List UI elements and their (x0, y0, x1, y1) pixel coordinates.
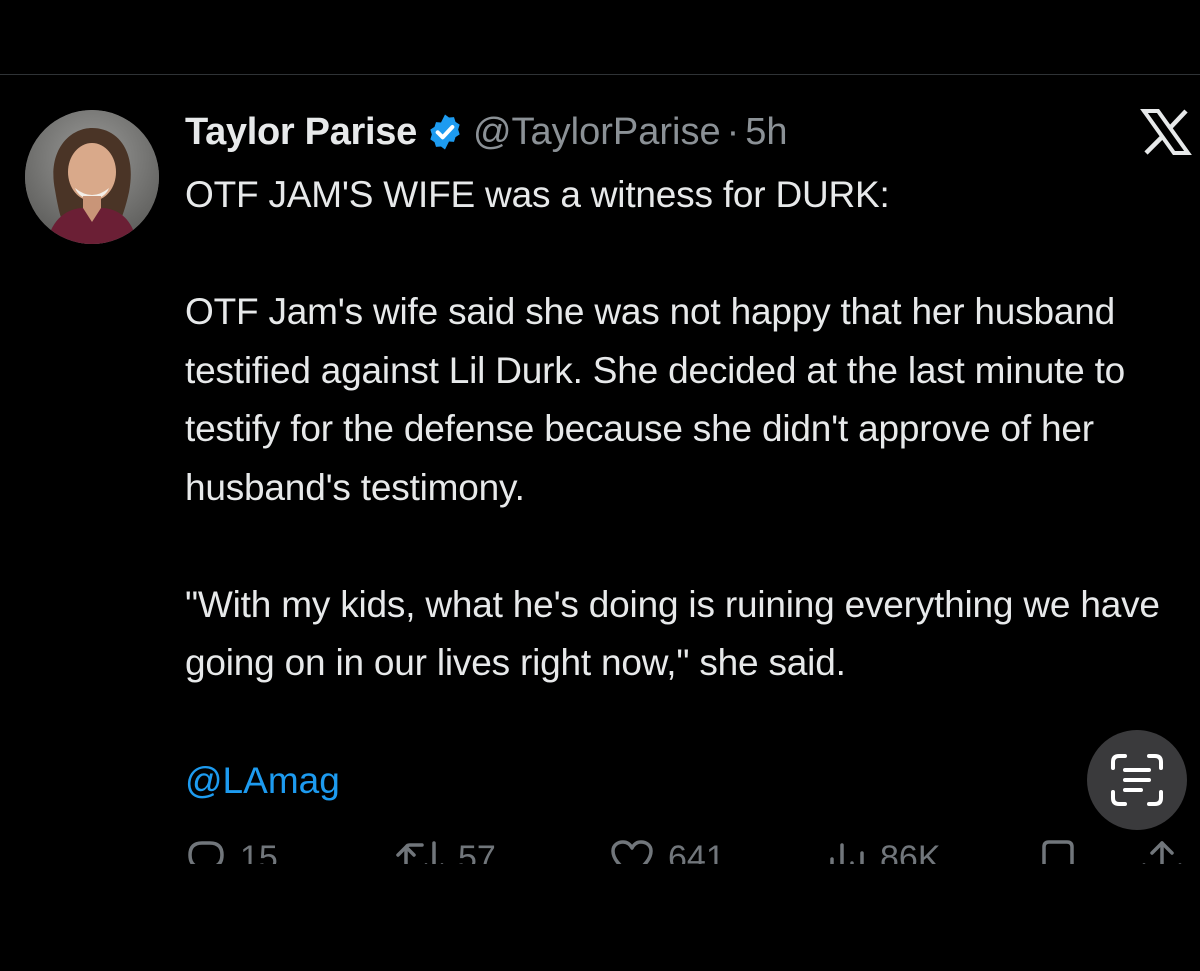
verified-badge-icon (425, 112, 465, 152)
live-text-scan-icon (1111, 754, 1163, 806)
author-name[interactable]: Taylor Parise (185, 111, 417, 154)
tweet-screenshot: Taylor Parise @TaylorParise · 5h OTF JAM… (0, 0, 1200, 971)
heart-icon (611, 840, 653, 864)
separator-dot: · (726, 110, 740, 153)
views-count: 86K (880, 839, 941, 864)
like-count: 641 (668, 839, 725, 864)
like-button[interactable]: 641 (610, 836, 725, 864)
bookmark-button[interactable] (1040, 836, 1076, 864)
repost-count: 57 (458, 839, 496, 864)
views-button[interactable]: 86K (826, 836, 941, 864)
repost-icon (396, 841, 444, 864)
share-button[interactable] (1140, 836, 1184, 864)
tweet-actions-bar: 15 57 641 86K (0, 836, 1200, 864)
reply-count: 15 (240, 839, 278, 864)
author-handle[interactable]: @TaylorParise (473, 111, 721, 154)
tweet-timestamp[interactable]: 5h (745, 111, 787, 154)
tweet-header: Taylor Parise @TaylorParise · 5h (185, 108, 788, 156)
tweet-body: OTF JAM'S WIFE was a witness for DURK: O… (185, 174, 1160, 683)
top-divider (0, 74, 1200, 75)
x-logo-icon (1140, 108, 1192, 156)
views-icon (830, 843, 864, 864)
avatar[interactable] (25, 110, 159, 244)
mention-link[interactable]: @LAmag (185, 752, 340, 810)
share-icon (1142, 841, 1182, 864)
repost-button[interactable]: 57 (396, 836, 496, 864)
reply-icon (188, 841, 224, 864)
bookmark-icon (1042, 840, 1074, 864)
reply-button[interactable]: 15 (186, 836, 278, 864)
live-text-scan-button[interactable] (1087, 730, 1187, 830)
